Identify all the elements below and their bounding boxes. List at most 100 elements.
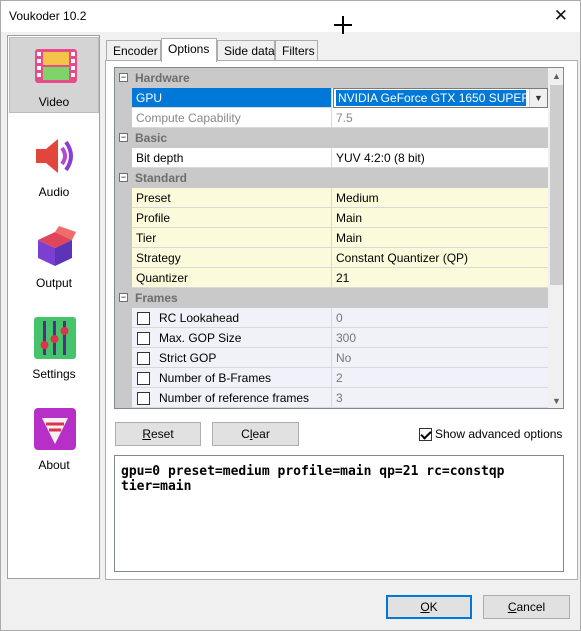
property-row-reference-frames[interactable]: Number of reference frames 3 bbox=[115, 388, 548, 408]
collapse-icon[interactable]: − bbox=[119, 73, 128, 82]
property-name-label: Number of B-Frames bbox=[159, 371, 272, 385]
category-hardware[interactable]: − Hardware bbox=[115, 68, 548, 88]
scroll-thumb[interactable] bbox=[550, 85, 563, 285]
property-name-label: Max. GOP Size bbox=[159, 331, 242, 345]
ok-mnemonic: O bbox=[420, 600, 430, 614]
property-row-strict-gop[interactable]: Strict GOP No bbox=[115, 348, 548, 368]
property-row-profile[interactable]: Profile Main bbox=[115, 208, 548, 228]
property-value: 7.5 bbox=[332, 108, 548, 128]
window-title: Voukoder 10.2 bbox=[9, 9, 87, 23]
property-grid: − Hardware GPU NVIDIA GeForce GTX 1650 S… bbox=[114, 67, 564, 409]
clear-label-rest: ear bbox=[252, 427, 270, 441]
property-name-label: RC Lookahead bbox=[159, 311, 240, 325]
category-basic[interactable]: − Basic bbox=[115, 128, 548, 148]
property-name: Tier bbox=[132, 228, 332, 248]
gpu-dropdown[interactable]: NVIDIA GeForce GTX 1650 SUPER ▼ bbox=[333, 88, 548, 108]
scroll-down-icon[interactable]: ▼ bbox=[548, 393, 563, 408]
show-advanced-label: Show advanced options bbox=[435, 427, 563, 441]
property-value[interactable]: Medium bbox=[332, 188, 548, 208]
property-value[interactable]: 21 bbox=[332, 268, 548, 288]
property-row-tier[interactable]: Tier Main bbox=[115, 228, 548, 248]
property-row-gpu[interactable]: GPU NVIDIA GeForce GTX 1650 SUPER ▼ bbox=[115, 88, 548, 108]
cancel-button[interactable]: Cancel bbox=[483, 595, 570, 619]
property-value[interactable]: Main bbox=[332, 228, 548, 248]
vertical-scrollbar[interactable]: ▲ ▼ bbox=[548, 68, 563, 408]
voukoder-window: Voukoder 10.2 ✕ Video Audio Output Setti… bbox=[0, 0, 581, 631]
sidebar-item-label: Output bbox=[35, 276, 73, 290]
property-row-max-gop-size[interactable]: Max. GOP Size 300 bbox=[115, 328, 548, 348]
enable-checkbox[interactable] bbox=[137, 372, 150, 385]
checkbox-checked-icon[interactable] bbox=[419, 428, 432, 441]
property-value: No bbox=[332, 348, 548, 368]
property-row-quantizer[interactable]: Quantizer 21 bbox=[115, 268, 548, 288]
film-icon bbox=[35, 49, 77, 83]
property-name-label: Number of reference frames bbox=[159, 391, 310, 405]
ok-button[interactable]: OK bbox=[386, 595, 472, 619]
property-name: Bit depth bbox=[132, 148, 332, 168]
category-label: Standard bbox=[135, 171, 188, 185]
sidebar-item-label: Video bbox=[38, 95, 70, 109]
sidebar-item-label: Audio bbox=[38, 185, 70, 199]
property-name: GPU bbox=[132, 88, 332, 108]
property-value[interactable]: Constant Quantizer (QP) bbox=[332, 248, 548, 268]
collapse-icon[interactable]: − bbox=[119, 133, 128, 142]
sidebar-item-video[interactable]: Video bbox=[9, 37, 99, 113]
tab-side-data[interactable]: Side data bbox=[217, 40, 275, 61]
category-frames[interactable]: − Frames bbox=[115, 288, 548, 308]
clear-button[interactable]: Clear bbox=[212, 422, 299, 446]
sidebar-item-output[interactable]: Output bbox=[9, 219, 99, 295]
property-value: 3 bbox=[332, 388, 548, 408]
sidebar: Video Audio Output Settings About bbox=[7, 35, 100, 579]
collapse-icon[interactable]: − bbox=[119, 173, 128, 182]
enable-checkbox[interactable] bbox=[137, 352, 150, 365]
property-value[interactable]: YUV 4:2:0 (8 bit) bbox=[332, 148, 548, 168]
category-label: Basic bbox=[135, 131, 168, 145]
tab-options[interactable]: Options bbox=[161, 38, 217, 62]
property-value: 0 bbox=[332, 308, 548, 328]
gpu-dropdown-value: NVIDIA GeForce GTX 1650 SUPER bbox=[336, 90, 526, 106]
sidebar-item-label: About bbox=[38, 458, 70, 472]
box-icon bbox=[38, 226, 76, 266]
category-standard[interactable]: − Standard bbox=[115, 168, 548, 188]
property-name: Strategy bbox=[132, 248, 332, 268]
property-row-compute-capability: Compute Capability 7.5 bbox=[115, 108, 548, 128]
property-name-label: Strict GOP bbox=[159, 351, 217, 365]
tab-encoder[interactable]: Encoder bbox=[106, 40, 161, 61]
command-line-preview[interactable]: gpu=0 preset=medium profile=main qp=21 r… bbox=[114, 455, 564, 572]
sidebar-item-settings[interactable]: Settings bbox=[9, 310, 99, 386]
reset-button[interactable]: Reset bbox=[115, 422, 201, 446]
property-row-strategy[interactable]: Strategy Constant Quantizer (QP) bbox=[115, 248, 548, 268]
enable-checkbox[interactable] bbox=[137, 392, 150, 405]
reset-mnemonic: R bbox=[142, 427, 151, 441]
ok-label-rest: K bbox=[429, 600, 438, 614]
scroll-up-icon[interactable]: ▲ bbox=[548, 68, 563, 85]
property-row-rc-lookahead[interactable]: RC Lookahead 0 bbox=[115, 308, 548, 328]
property-name: Profile bbox=[132, 208, 332, 228]
about-logo-icon bbox=[34, 408, 76, 450]
sliders-icon bbox=[34, 317, 76, 359]
sidebar-item-audio[interactable]: Audio bbox=[9, 128, 99, 204]
property-value[interactable]: Main bbox=[332, 208, 548, 228]
clear-label-pre: C bbox=[241, 427, 250, 441]
reset-label-rest: eset bbox=[150, 427, 174, 441]
category-label: Frames bbox=[135, 291, 178, 305]
property-row-b-frames[interactable]: Number of B-Frames 2 bbox=[115, 368, 548, 388]
property-value: 2 bbox=[332, 368, 548, 388]
close-icon[interactable]: ✕ bbox=[554, 6, 568, 26]
collapse-icon[interactable]: − bbox=[119, 293, 128, 302]
property-name: Quantizer bbox=[132, 268, 332, 288]
enable-checkbox[interactable] bbox=[137, 332, 150, 345]
cancel-label-rest: ancel bbox=[516, 600, 546, 614]
title-bar: Voukoder 10.2 ✕ bbox=[1, 1, 580, 32]
property-value: 300 bbox=[332, 328, 548, 348]
property-row-preset[interactable]: Preset Medium bbox=[115, 188, 548, 208]
speaker-icon bbox=[36, 139, 73, 173]
sidebar-item-label: Settings bbox=[32, 367, 76, 381]
chevron-down-icon[interactable]: ▼ bbox=[529, 89, 547, 107]
category-label: Hardware bbox=[135, 71, 190, 85]
sidebar-item-about[interactable]: About bbox=[9, 401, 99, 477]
tab-filters[interactable]: Filters bbox=[275, 40, 318, 61]
property-row-bit-depth[interactable]: Bit depth YUV 4:2:0 (8 bit) bbox=[115, 148, 548, 168]
property-name: Compute Capability bbox=[132, 108, 332, 128]
enable-checkbox[interactable] bbox=[137, 312, 150, 325]
